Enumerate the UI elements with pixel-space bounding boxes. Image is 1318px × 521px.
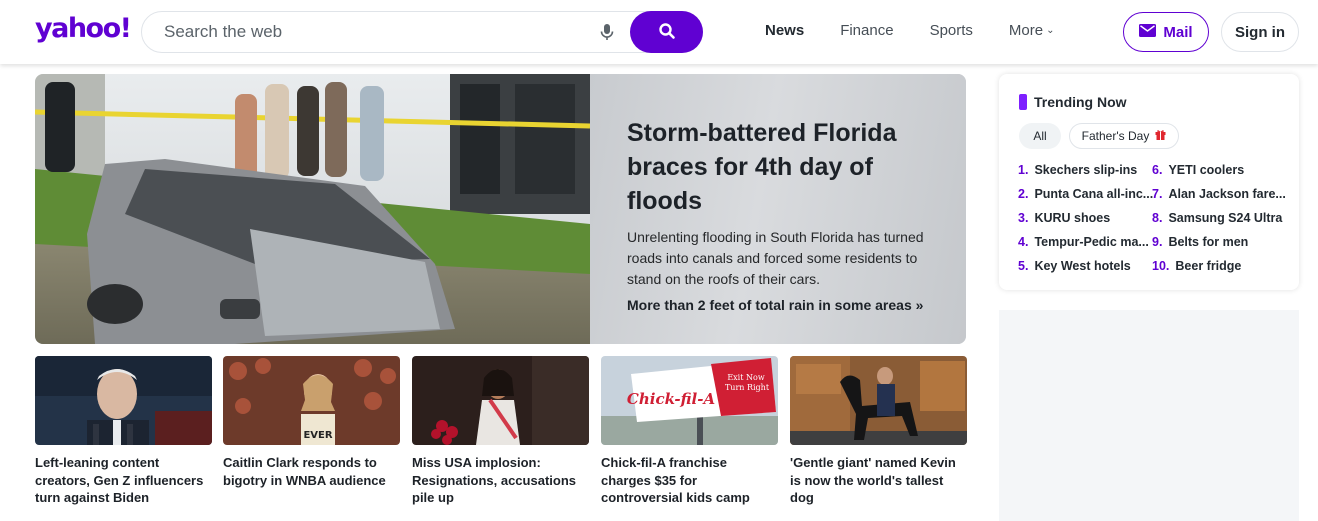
trending-list-right: 6. YETI coolers 7. Alan Jackson fare... 8.… bbox=[1152, 163, 1292, 283]
hero-description: Unrelenting flooding in South Florida ha… bbox=[627, 229, 924, 287]
trending-item[interactable]: 6. YETI coolers bbox=[1152, 163, 1292, 187]
nav-sports[interactable]: Sports bbox=[930, 22, 973, 39]
trending-rank: 10. bbox=[1152, 259, 1170, 273]
nav-more[interactable]: More ⌄ bbox=[1009, 22, 1055, 39]
main-nav: News Finance Sports More ⌄ bbox=[765, 22, 1091, 39]
hero-image[interactable] bbox=[35, 74, 590, 344]
mail-icon bbox=[1139, 23, 1157, 41]
story-title[interactable]: Caitlin Clark responds to bigotry in WNB… bbox=[223, 454, 400, 489]
trending-header: Trending Now bbox=[1019, 94, 1127, 110]
trending-label: Key West hotels bbox=[1034, 259, 1131, 273]
story-card[interactable]: EVER Caitlin Clark responds to bigotry i… bbox=[223, 356, 400, 489]
story-image[interactable] bbox=[790, 356, 967, 445]
mail-label: Mail bbox=[1163, 23, 1193, 41]
nav-more-label: More bbox=[1008, 22, 1044, 39]
top-header: yahoo! News Finance Sports More⌄ bbox=[0, 0, 1318, 64]
trending-rank: 4. bbox=[1018, 235, 1029, 249]
story-image[interactable] bbox=[412, 356, 589, 445]
trending-rank: 6. bbox=[1152, 163, 1163, 177]
ad-placeholder bbox=[999, 310, 1299, 521]
mic-icon[interactable] bbox=[597, 22, 617, 42]
trending-item[interactable]: 3. KURU shoes bbox=[1018, 211, 1158, 235]
trending-item[interactable]: 4. Tempur-Pedic ma... bbox=[1018, 235, 1158, 259]
yahoo-logo[interactable]: yahoo! bbox=[35, 13, 132, 44]
filter-pill-fathers-day[interactable]: Father's Day bbox=[1069, 123, 1179, 149]
trending-rank: 1. bbox=[1018, 163, 1029, 177]
trending-rank: 5. bbox=[1018, 259, 1029, 273]
story-card[interactable]: Chick-fil-A Exit Now Turn Right Chick-fi… bbox=[601, 356, 778, 507]
trending-item[interactable]: 1. Skechers slip-ins bbox=[1018, 163, 1158, 187]
filter-pill-label: Father's Day bbox=[1081, 129, 1150, 143]
story-card[interactable]: Miss USA implosion: Resignations, accusa… bbox=[412, 356, 589, 507]
story-title[interactable]: Chick-fil-A franchise charges $35 for co… bbox=[601, 454, 778, 507]
hero-more-link[interactable]: More than 2 feet of total rain in some a… bbox=[627, 297, 932, 313]
search-input[interactable] bbox=[164, 12, 584, 52]
trending-label: Alan Jackson fare... bbox=[1168, 187, 1286, 201]
trending-title: Trending Now bbox=[1034, 94, 1127, 110]
story-title[interactable]: 'Gentle giant' named Kevin is now the wo… bbox=[790, 454, 967, 507]
story-title[interactable]: Left-leaning content creators, Gen Z inf… bbox=[35, 454, 212, 507]
trending-label: KURU shoes bbox=[1034, 211, 1111, 225]
sign-in-button[interactable]: Sign in bbox=[1221, 12, 1299, 52]
chevron-down-icon: ⌄ bbox=[1046, 25, 1055, 36]
search-button[interactable] bbox=[630, 11, 703, 53]
svg-text:Exit Now: Exit Now bbox=[727, 373, 764, 382]
trending-item[interactable]: 8. Samsung S24 Ultra bbox=[1152, 211, 1292, 235]
trending-accent-bar bbox=[1019, 94, 1027, 110]
story-image[interactable]: Chick-fil-A Exit Now Turn Right bbox=[601, 356, 778, 445]
trending-label: Beer fridge bbox=[1175, 259, 1242, 273]
trending-rank: 7. bbox=[1152, 187, 1163, 201]
mail-button[interactable]: Mail bbox=[1123, 12, 1209, 52]
trending-now-panel: Trending Now All Father's Day 1. Skechers… bbox=[999, 74, 1299, 290]
nav-finance[interactable]: Finance bbox=[840, 22, 893, 39]
trending-label: Belts for men bbox=[1168, 235, 1249, 249]
story-image[interactable]: EVER bbox=[223, 356, 400, 445]
search-bar bbox=[141, 11, 703, 53]
story-card[interactable]: Left-leaning content creators, Gen Z inf… bbox=[35, 356, 212, 507]
gift-icon bbox=[1155, 129, 1166, 143]
trending-label: Punta Cana all-inc... bbox=[1034, 187, 1154, 201]
trending-item[interactable]: 9. Belts for men bbox=[1152, 235, 1292, 259]
trending-label: Tempur-Pedic ma... bbox=[1034, 235, 1149, 249]
trending-list-left: 1. Skechers slip-ins 2. Punta Cana all-inc… bbox=[1018, 163, 1158, 283]
filter-pill-all[interactable]: All bbox=[1019, 123, 1061, 149]
story-title[interactable]: Miss USA implosion: Resignations, accusa… bbox=[412, 454, 589, 507]
nav-news[interactable]: News bbox=[765, 22, 804, 39]
trending-rank: 3. bbox=[1018, 211, 1029, 225]
trending-rank: 8. bbox=[1152, 211, 1163, 225]
svg-text:Chick-fil-A: Chick-fil-A bbox=[627, 390, 715, 408]
trending-label: Samsung S24 Ultra bbox=[1168, 211, 1283, 225]
hero-text: Storm-battered Florida braces for 4th da… bbox=[590, 74, 966, 344]
svg-text:EVER: EVER bbox=[303, 430, 332, 441]
story-card[interactable]: 'Gentle giant' named Kevin is now the wo… bbox=[790, 356, 967, 507]
trending-label: Skechers slip-ins bbox=[1034, 163, 1138, 177]
hero-title[interactable]: Storm-battered Florida braces for 4th da… bbox=[627, 116, 932, 218]
hero-story[interactable]: Storm-battered Florida braces for 4th da… bbox=[35, 74, 966, 344]
trending-label: YETI coolers bbox=[1168, 163, 1245, 177]
trending-rank: 9. bbox=[1152, 235, 1163, 249]
trending-item[interactable]: 10. Beer fridge bbox=[1152, 259, 1292, 283]
trending-rank: 2. bbox=[1018, 187, 1029, 201]
trending-item[interactable]: 5. Key West hotels bbox=[1018, 259, 1158, 283]
search-icon bbox=[658, 22, 676, 43]
trending-item[interactable]: 7. Alan Jackson fare... bbox=[1152, 187, 1292, 211]
svg-text:Turn Right: Turn Right bbox=[725, 383, 770, 392]
trending-item[interactable]: 2. Punta Cana all-inc... bbox=[1018, 187, 1158, 211]
story-image[interactable] bbox=[35, 356, 212, 445]
